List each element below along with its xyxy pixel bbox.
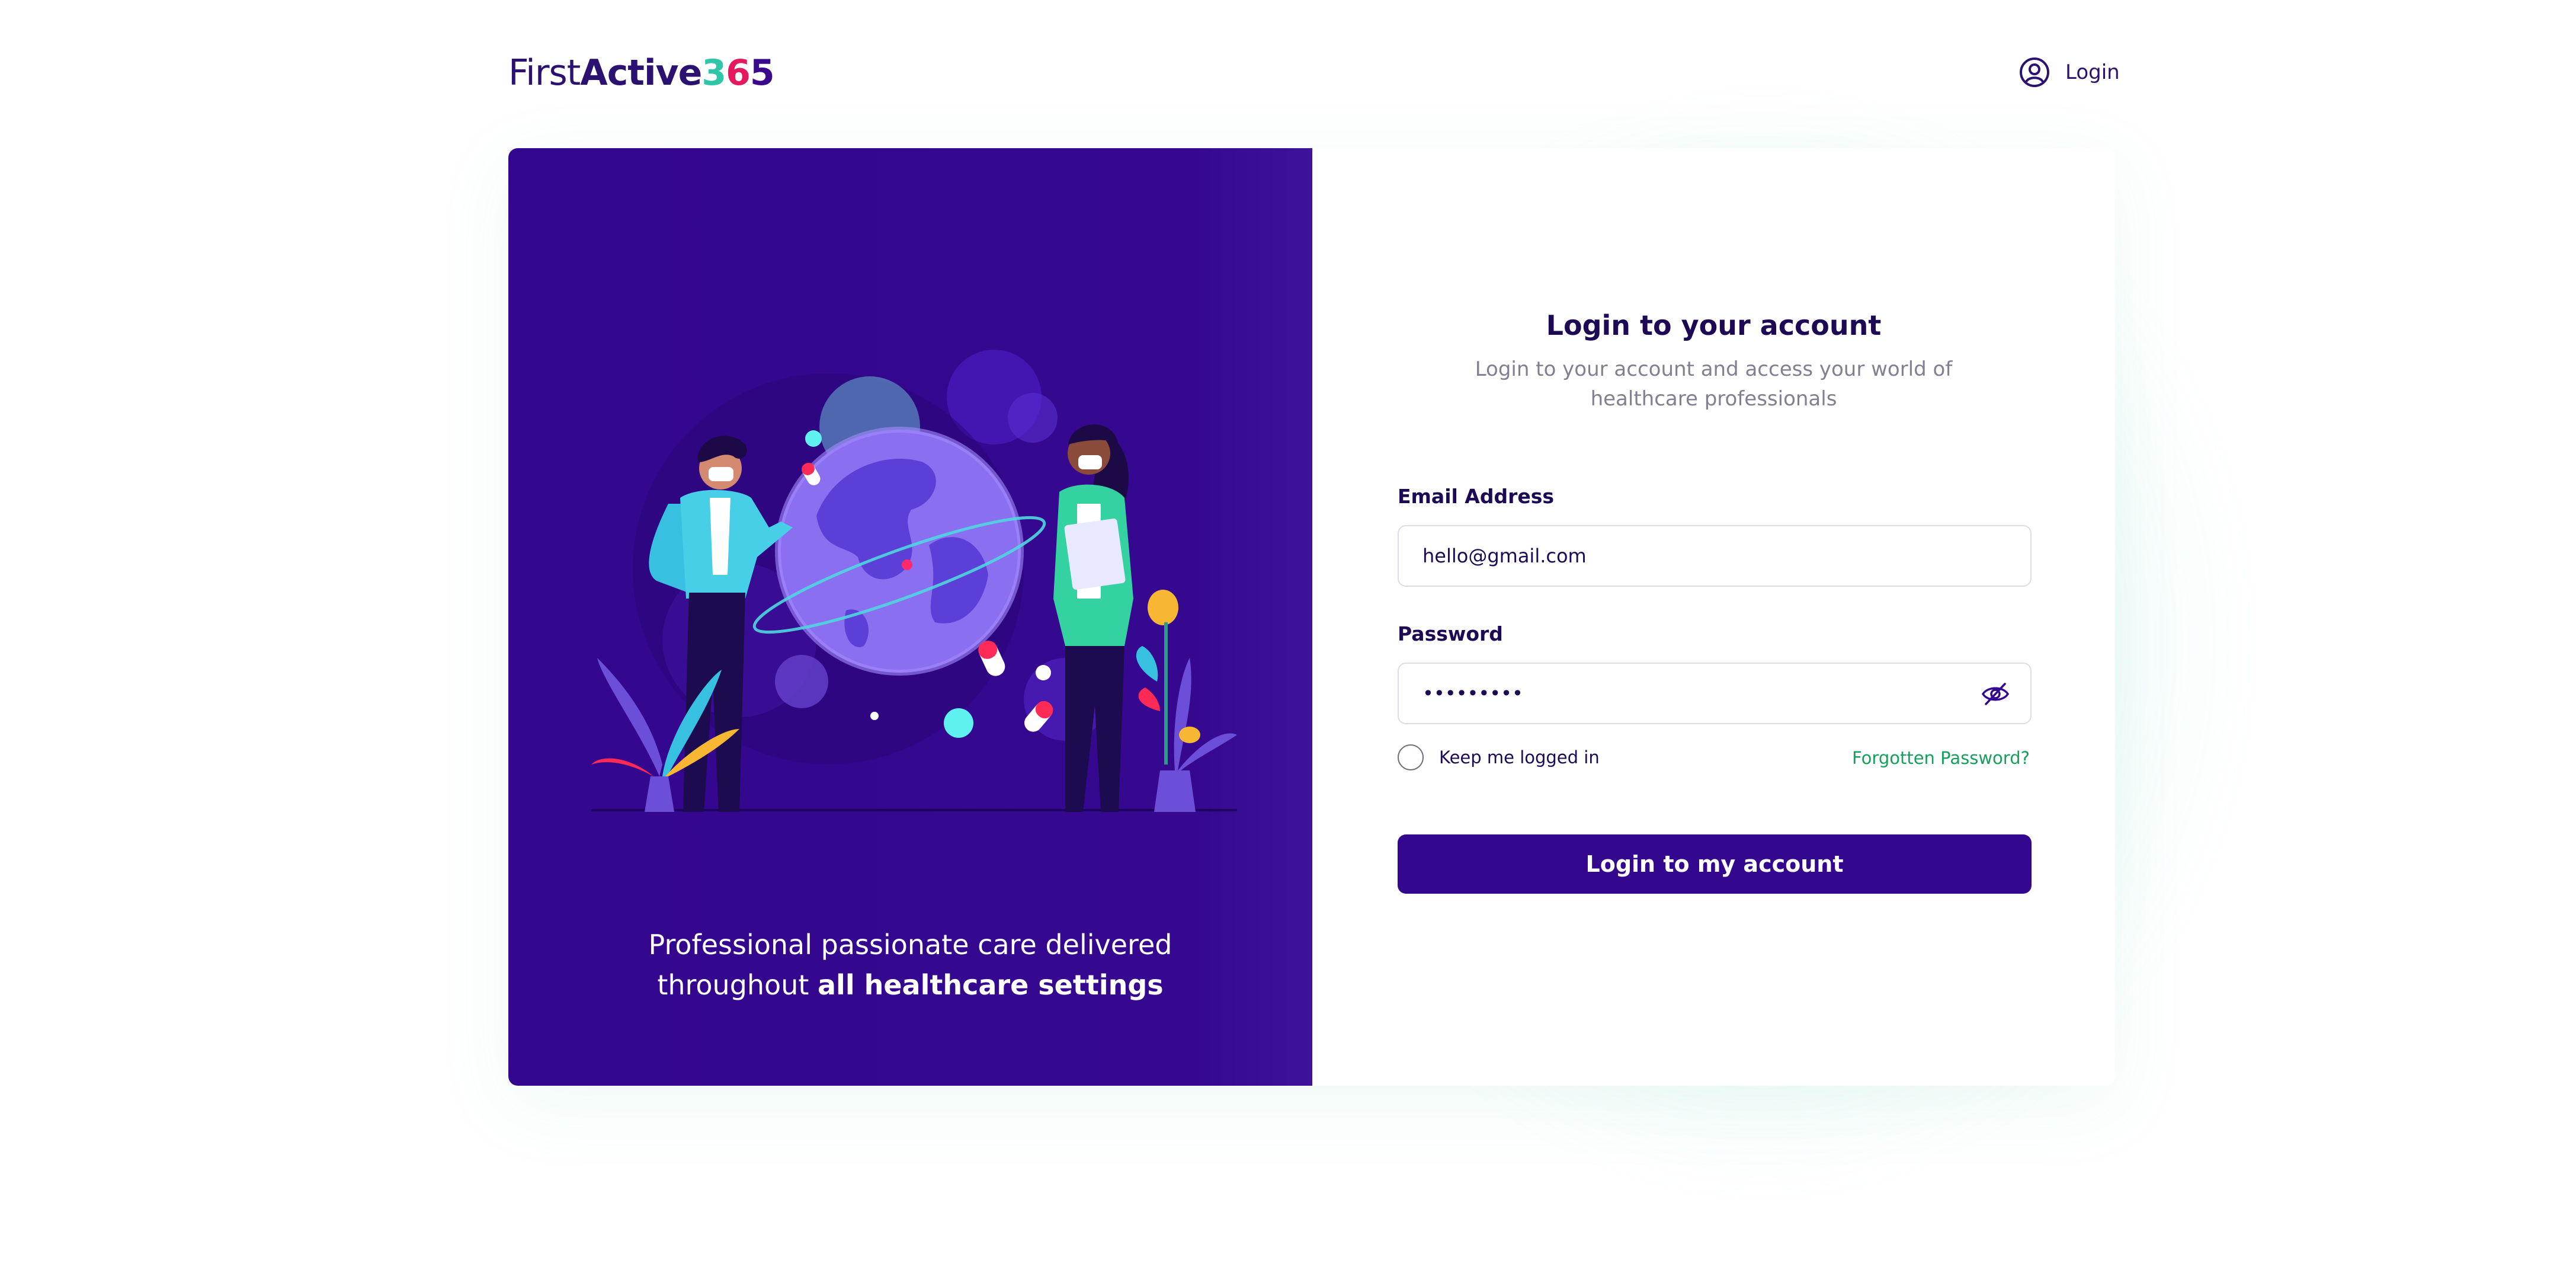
email-field[interactable] bbox=[1398, 525, 2032, 587]
hero-tagline: Professional passionate care delivered t… bbox=[508, 925, 1312, 1005]
login-form-panel: Login to your account Login to your acco… bbox=[1312, 148, 2115, 1086]
logo-text-first: First bbox=[508, 52, 581, 94]
login-submit-button[interactable]: Login to my account bbox=[1398, 834, 2032, 894]
password-input[interactable] bbox=[1422, 682, 2007, 705]
header-login-link[interactable]: Login bbox=[2019, 55, 2120, 90]
password-field[interactable] bbox=[1398, 663, 2032, 724]
email-label: Email Address bbox=[1398, 485, 1555, 508]
tagline-prefix: throughout bbox=[657, 969, 809, 1001]
healthcare-workers-globe-illustration bbox=[591, 350, 1237, 812]
forgot-password-link[interactable]: Forgotten Password? bbox=[1852, 748, 2030, 768]
password-label: Password bbox=[1398, 622, 1503, 645]
logo-text-active: Active bbox=[580, 52, 702, 94]
hero-panel: Professional passionate care delivered t… bbox=[508, 148, 1312, 1086]
keep-logged-in-checkbox[interactable] bbox=[1398, 744, 1424, 770]
firstactive365-logo[interactable]: First Active 3 6 5 bbox=[508, 50, 775, 96]
login-card: Professional passionate care delivered t… bbox=[508, 148, 2115, 1086]
email-input[interactable] bbox=[1422, 545, 2007, 567]
header-login-label: Login bbox=[2065, 60, 2120, 84]
tagline-line-2: throughout all healthcare settings bbox=[508, 965, 1312, 1005]
user-circle-icon bbox=[2020, 57, 2049, 87]
form-title: Login to your account bbox=[1546, 309, 1882, 341]
eye-slash-icon[interactable] bbox=[1981, 680, 2010, 708]
logo-digit-6: 6 bbox=[726, 52, 751, 94]
tagline-line-1: Professional passionate care delivered bbox=[648, 929, 1172, 961]
keep-logged-in-option[interactable]: Keep me logged in bbox=[1398, 744, 1600, 770]
tagline-emphasis: all healthcare settings bbox=[818, 969, 1164, 1001]
form-subtitle: Login to your account and access your wo… bbox=[1475, 357, 1953, 411]
login-page: First Active 3 6 5 Login Professional pa… bbox=[0, 0, 2576, 1273]
keep-logged-in-label: Keep me logged in bbox=[1439, 747, 1600, 767]
logo-digit-3: 3 bbox=[701, 52, 726, 94]
logo-digit-5: 5 bbox=[749, 52, 775, 94]
